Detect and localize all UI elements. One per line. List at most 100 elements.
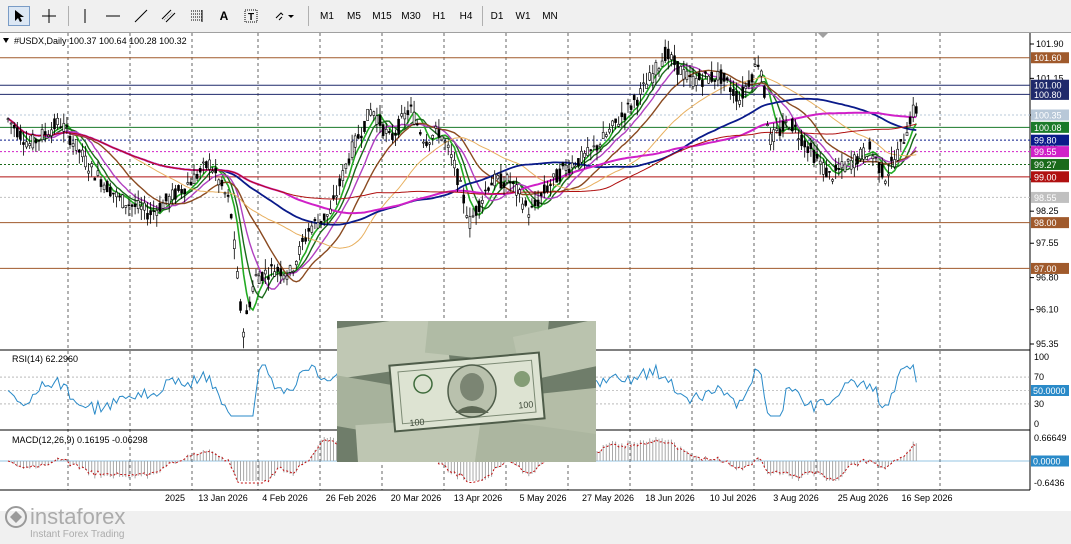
candle-body	[505, 174, 509, 183]
candle-body	[859, 148, 862, 160]
candle-body	[248, 301, 252, 308]
candle-body	[341, 170, 345, 181]
channel-icon[interactable]	[159, 6, 179, 26]
candle-body	[542, 184, 546, 194]
candle-body	[657, 68, 661, 72]
text-label-icon[interactable]: T	[242, 6, 260, 26]
candle-body	[260, 272, 264, 282]
text-tool-button[interactable]: A	[216, 6, 232, 26]
cursor-icon[interactable]	[8, 6, 30, 26]
candle-body	[902, 142, 906, 144]
candle-body	[474, 206, 478, 216]
candle-body	[769, 133, 772, 145]
toolbar-separator	[482, 6, 483, 26]
candle-body	[707, 75, 710, 84]
candle-body	[570, 162, 574, 169]
candle-body	[68, 135, 72, 146]
candle-body	[325, 214, 329, 217]
candle-body	[775, 128, 779, 131]
chart-window[interactable]: 100 70 30 0 50.0000 0.66649 -0.6436 0.0000 101…	[0, 33, 1071, 540]
candle-body	[592, 145, 596, 148]
trendline-icon[interactable]	[131, 6, 151, 26]
candle-body	[186, 182, 190, 185]
candle-body	[356, 134, 360, 139]
candle-body	[12, 124, 16, 129]
candle-body	[15, 127, 19, 138]
price-axis-label: 97.55	[1036, 238, 1059, 248]
candle-body	[511, 181, 515, 184]
rsi-label: RSI(14) 62.2960	[12, 354, 78, 364]
fibonacci-icon[interactable]	[187, 6, 207, 26]
level-tag-label: 97.00	[1034, 264, 1057, 274]
timeframe-mn[interactable]: MN	[538, 6, 562, 26]
candle-body	[202, 161, 205, 164]
candle-body	[818, 160, 822, 165]
candle-body	[704, 71, 707, 74]
logo-brand-name: instaforex	[30, 504, 125, 529]
candle-body	[849, 160, 853, 170]
level-tag-label: 100.08	[1034, 123, 1062, 133]
timeframe-h4[interactable]: H4	[454, 6, 478, 26]
candle-body	[31, 134, 35, 149]
candle-body	[105, 181, 109, 193]
candle-body	[198, 168, 202, 173]
date-axis-label: 16 Sep 2026	[901, 493, 952, 503]
timeframe-m1[interactable]: M1	[315, 6, 339, 26]
candle-body	[456, 168, 459, 186]
candle-body	[738, 100, 741, 105]
candle-body	[862, 147, 865, 160]
candle-body	[840, 161, 844, 169]
date-axis-label: 26 Feb 2026	[326, 493, 377, 503]
candle-body	[499, 173, 503, 189]
toolbar-separator	[68, 6, 69, 26]
horizontal-line-icon[interactable]	[103, 6, 123, 26]
candle-body	[567, 168, 571, 173]
instaforex-logo: instaforex Instant Forex Trading	[4, 501, 180, 541]
crosshair-icon[interactable]	[38, 6, 60, 26]
timeframe-m30[interactable]: M30	[398, 6, 424, 26]
candle-body	[660, 60, 664, 67]
timeframe-m15[interactable]: M15	[369, 6, 395, 26]
candle-body	[177, 185, 180, 191]
candle-body	[741, 86, 745, 99]
timeframe-w1[interactable]: W1	[511, 6, 535, 26]
candle-body	[620, 112, 624, 118]
candle-body	[831, 179, 834, 182]
candle-body	[40, 129, 44, 141]
candle-body	[158, 203, 162, 212]
candle-body	[81, 149, 84, 158]
timeframe-d1[interactable]: D1	[486, 6, 508, 26]
price-axis-label: 98.25	[1036, 206, 1059, 216]
candle-body	[465, 215, 469, 218]
arrows-icon[interactable]	[272, 6, 298, 26]
candle-body	[552, 173, 555, 178]
candle-body	[899, 139, 903, 142]
level-tag-label: 98.55	[1034, 193, 1057, 203]
candle-body	[546, 185, 549, 193]
candle-body	[722, 72, 726, 82]
candle-body	[670, 54, 673, 60]
vertical-line-icon[interactable]	[76, 6, 94, 26]
date-axis-label: 18 Jun 2026	[645, 493, 695, 503]
candle-body	[332, 195, 335, 199]
candle-body	[127, 204, 131, 207]
candle-body	[369, 109, 373, 116]
candle-body	[837, 168, 841, 170]
candle-body	[124, 205, 128, 208]
candle-body	[133, 203, 137, 207]
candle-body	[685, 70, 689, 80]
candle-body	[577, 158, 580, 167]
candle-body	[282, 274, 286, 280]
level-tag-label: 99.27	[1034, 160, 1057, 170]
candle-body	[747, 80, 751, 87]
macd-label: MACD(12,26,9) 0.16195 -0.06298	[12, 435, 148, 445]
rsi-axis-label: 70	[1034, 372, 1044, 382]
level-tag-label: 99.55	[1034, 147, 1057, 157]
candle-body	[493, 173, 497, 187]
timeframe-m5[interactable]: M5	[342, 6, 366, 26]
date-axis-label: 20 Mar 2026	[391, 493, 442, 503]
candle-body	[344, 163, 348, 169]
candle-body	[555, 169, 559, 183]
level-tag-label: 99.80	[1034, 136, 1057, 146]
timeframe-h1[interactable]: H1	[427, 6, 451, 26]
